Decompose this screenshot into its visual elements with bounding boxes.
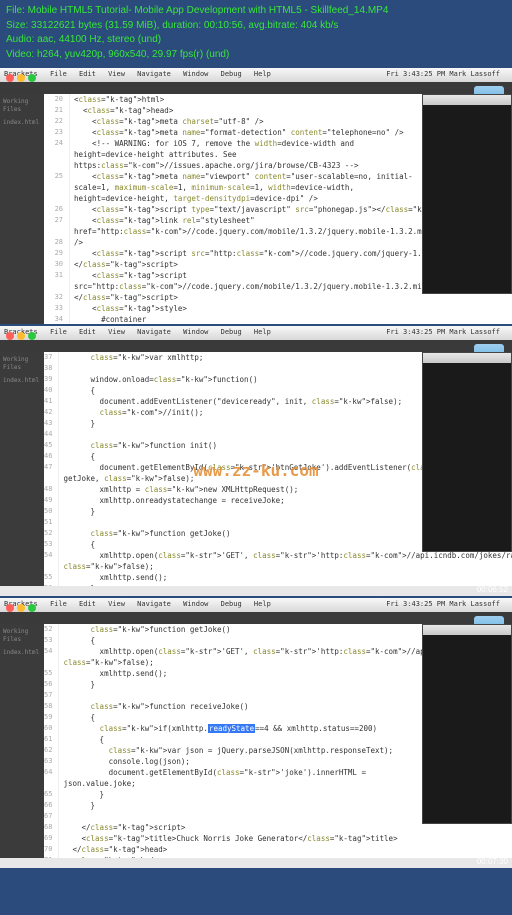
menu-file[interactable]: File (50, 600, 67, 608)
terminal-output (423, 105, 511, 111)
sidebar-working-files[interactable]: Working Files (3, 356, 41, 373)
menu-navigate[interactable]: Navigate (137, 600, 171, 608)
terminal-titlebar[interactable] (423, 95, 511, 105)
editor-statusbar (0, 586, 512, 596)
close-icon[interactable] (6, 74, 14, 82)
menu-debug[interactable]: Debug (221, 328, 242, 336)
editor-tabbar[interactable] (0, 340, 512, 352)
editor-tabbar[interactable] (0, 82, 512, 94)
terminal-window[interactable] (422, 352, 512, 552)
minimize-icon[interactable] (17, 604, 25, 612)
audio-line: Audio: aac, 44100 Hz, stereo (und) (6, 33, 506, 47)
menu-file[interactable]: File (50, 70, 67, 78)
sidebar[interactable]: Working Files index.html (0, 624, 44, 858)
screenshot-panel-1: Brackets File Edit View Navigate Window … (0, 68, 512, 324)
menu-edit[interactable]: Edit (79, 600, 96, 608)
window-controls[interactable] (6, 332, 39, 342)
menu-view[interactable]: View (108, 70, 125, 78)
video-line: Video: h264, yuv420p, 960x540, 29.97 fps… (6, 48, 506, 62)
window-controls[interactable] (6, 604, 39, 614)
video-timestamp: 00:06:52 (477, 585, 508, 594)
menubar-right[interactable]: Fri 3:43:25 PM Mark Lassoff (386, 70, 500, 78)
menu-window[interactable]: Window (183, 600, 208, 608)
terminal-output (423, 635, 511, 641)
menu-navigate[interactable]: Navigate (137, 70, 171, 78)
menu-view[interactable]: View (108, 600, 125, 608)
terminal-window[interactable] (422, 624, 512, 824)
mac-menubar[interactable]: Brackets File Edit View Navigate Window … (0, 68, 512, 82)
sidebar[interactable]: Working Files index.html (0, 94, 44, 324)
sidebar-file[interactable]: index.html (3, 377, 41, 385)
sidebar[interactable]: Working Files index.html (0, 352, 44, 586)
terminal-titlebar[interactable] (423, 625, 511, 635)
close-icon[interactable] (6, 604, 14, 612)
menu-debug[interactable]: Debug (221, 600, 242, 608)
minimize-icon[interactable] (17, 332, 25, 340)
video-watermark: learntoprogram .tv (432, 574, 508, 582)
menu-debug[interactable]: Debug (221, 70, 242, 78)
menu-help[interactable]: Help (254, 70, 271, 78)
mac-menubar[interactable]: Brackets File Edit View Navigate Window … (0, 598, 512, 612)
menu-file[interactable]: File (50, 328, 67, 336)
video-watermark: learntoprogram .tv (432, 302, 508, 310)
zoom-icon[interactable] (28, 332, 36, 340)
menu-help[interactable]: Help (254, 328, 271, 336)
sidebar-working-files[interactable]: Working Files (3, 98, 41, 115)
editor-tabbar[interactable] (0, 612, 512, 624)
menubar-right[interactable]: Fri 3:43:25 PM Mark Lassoff (386, 600, 500, 608)
zoom-icon[interactable] (28, 604, 36, 612)
sidebar-file[interactable]: index.html (3, 649, 41, 657)
mac-menubar[interactable]: Brackets File Edit View Navigate Window … (0, 326, 512, 340)
menu-edit[interactable]: Edit (79, 328, 96, 336)
screenshot-panel-3: Brackets File Edit View Navigate Window … (0, 598, 512, 868)
terminal-titlebar[interactable] (423, 353, 511, 363)
video-timestamp: 00:03:28 (477, 313, 508, 322)
file-line: File: Mobile HTML5 Tutorial- Mobile App … (6, 4, 506, 18)
video-watermark: learntoprogram .tv (432, 846, 508, 854)
size-line: Size: 33122621 bytes (31.59 MiB), durati… (6, 19, 506, 33)
menu-help[interactable]: Help (254, 600, 271, 608)
sidebar-working-files[interactable]: Working Files (3, 628, 41, 645)
sidebar-file[interactable]: index.html (3, 119, 41, 127)
line-gutter: 3738394041424344454647484950515253545556… (44, 352, 59, 586)
menu-navigate[interactable]: Navigate (137, 328, 171, 336)
line-gutter: 5253545556575859606162636465666768697071… (44, 624, 59, 858)
video-timestamp: 00:07:30 (477, 857, 508, 866)
menu-view[interactable]: View (108, 328, 125, 336)
close-icon[interactable] (6, 332, 14, 340)
editor-statusbar (0, 858, 512, 868)
terminal-window[interactable] (422, 94, 512, 294)
line-gutter: 2021222324252627282930313233343536373839… (44, 94, 70, 324)
menu-window[interactable]: Window (183, 70, 208, 78)
zoom-icon[interactable] (28, 74, 36, 82)
screenshot-panel-2: Brackets File Edit View Navigate Window … (0, 326, 512, 596)
menu-window[interactable]: Window (183, 328, 208, 336)
media-info-header: File: Mobile HTML5 Tutorial- Mobile App … (0, 0, 512, 66)
menu-edit[interactable]: Edit (79, 70, 96, 78)
minimize-icon[interactable] (17, 74, 25, 82)
window-controls[interactable] (6, 74, 39, 84)
terminal-output (423, 363, 511, 369)
menubar-right[interactable]: Fri 3:43:25 PM Mark Lassoff (386, 328, 500, 336)
